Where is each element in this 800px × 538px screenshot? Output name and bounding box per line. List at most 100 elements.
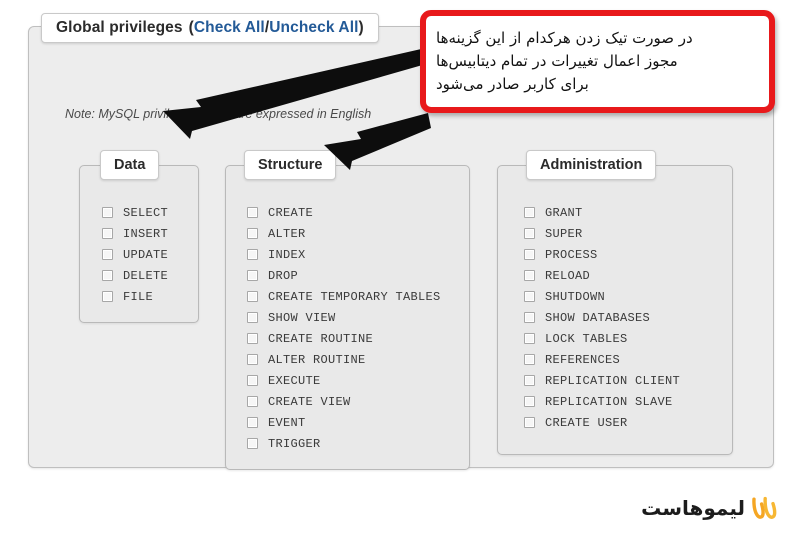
privilege-checkbox[interactable] xyxy=(247,207,258,218)
privilege-item[interactable]: CREATE USER xyxy=(524,412,680,433)
privilege-checkbox[interactable] xyxy=(102,207,113,218)
privilege-label: ALTER xyxy=(268,226,306,241)
privilege-label: RELOAD xyxy=(545,268,591,283)
privilege-label: CREATE xyxy=(268,205,314,220)
privilege-label: SHOW DATABASES xyxy=(545,310,651,325)
privilege-item[interactable]: CREATE ROUTINE xyxy=(247,328,441,349)
privilege-label: SELECT xyxy=(123,205,169,220)
privilege-label: DROP xyxy=(268,268,299,283)
privilege-label: CREATE TEMPORARY TABLES xyxy=(268,289,441,304)
privilege-checkbox[interactable] xyxy=(524,396,535,407)
privilege-label: LOCK TABLES xyxy=(545,331,628,346)
privilege-note: Note: MySQL privilege names are expresse… xyxy=(65,107,372,121)
privilege-item[interactable]: FILE xyxy=(102,286,168,307)
privilege-label: REPLICATION SLAVE xyxy=(545,394,673,409)
privilege-item[interactable]: ALTER ROUTINE xyxy=(247,349,441,370)
privilege-label: REPLICATION CLIENT xyxy=(545,373,681,388)
privilege-label: EXECUTE xyxy=(268,373,321,388)
privilege-list-data: SELECT INSERT UPDATE DELETE FILE xyxy=(102,202,168,307)
privilege-item[interactable]: CREATE xyxy=(247,202,441,223)
privilege-label: CREATE VIEW xyxy=(268,394,351,409)
privilege-item[interactable]: INSERT xyxy=(102,223,168,244)
privilege-item[interactable]: GRANT xyxy=(524,202,680,223)
privilege-checkbox[interactable] xyxy=(524,375,535,386)
privilege-group-data-title: Data xyxy=(100,150,160,180)
privilege-item[interactable]: DROP xyxy=(247,265,441,286)
privilege-label: SHOW VIEW xyxy=(268,310,336,325)
global-privileges-legend: Global privileges ( Check All / Uncheck … xyxy=(41,13,379,43)
privilege-label: TRIGGER xyxy=(268,436,321,451)
privilege-label: SHUTDOWN xyxy=(545,289,606,304)
privilege-checkbox[interactable] xyxy=(102,270,113,281)
privilege-checkbox[interactable] xyxy=(524,291,535,302)
privilege-group-administration: Administration GRANT SUPER PROCESS RELOAD SH… xyxy=(497,150,733,455)
privilege-checkbox[interactable] xyxy=(524,354,535,365)
privilege-item[interactable]: PROCESS xyxy=(524,244,680,265)
privilege-checkbox[interactable] xyxy=(247,228,258,239)
privilege-item[interactable]: REFERENCES xyxy=(524,349,680,370)
uncheck-all-link[interactable]: Uncheck All xyxy=(269,19,358,37)
privilege-checkbox[interactable] xyxy=(102,249,113,260)
privilege-label: INSERT xyxy=(123,226,169,241)
privilege-checkbox[interactable] xyxy=(247,249,258,260)
privilege-checkbox[interactable] xyxy=(524,207,535,218)
privilege-label: CREATE USER xyxy=(545,415,628,430)
legend-title-text: Global privileges xyxy=(56,19,183,36)
privilege-label: FILE xyxy=(123,289,154,304)
privilege-checkbox[interactable] xyxy=(247,354,258,365)
privilege-item[interactable]: SELECT xyxy=(102,202,168,223)
privilege-checkbox[interactable] xyxy=(247,333,258,344)
privilege-group-data: Data SELECT INSERT UPDATE DELETE FILE xyxy=(79,150,199,323)
annotation-callout: در صورت تیک زدن هرکدام از این گزینه‌ها م… xyxy=(420,10,775,113)
privilege-item[interactable]: EVENT xyxy=(247,412,441,433)
privilege-label: ALTER ROUTINE xyxy=(268,352,366,367)
privilege-item[interactable]: TRIGGER xyxy=(247,433,441,454)
privilege-item[interactable]: ALTER xyxy=(247,223,441,244)
legend-paren-close: ) xyxy=(358,19,364,36)
callout-line-3: برای کاربر صادر می‌شود xyxy=(436,75,589,94)
callout-line-1: در صورت تیک زدن هرکدام از این گزینه‌ها xyxy=(436,28,693,47)
check-all-link[interactable]: Check All xyxy=(194,19,265,37)
privilege-item[interactable]: INDEX xyxy=(247,244,441,265)
privilege-item[interactable]: DELETE xyxy=(102,265,168,286)
privilege-checkbox[interactable] xyxy=(247,270,258,281)
privilege-checkbox[interactable] xyxy=(524,417,535,428)
privilege-checkbox[interactable] xyxy=(247,438,258,449)
privilege-checkbox[interactable] xyxy=(247,375,258,386)
privilege-group-structure-title: Structure xyxy=(244,150,337,180)
privilege-checkbox[interactable] xyxy=(102,291,113,302)
privilege-label: INDEX xyxy=(268,247,306,262)
privilege-item[interactable]: CREATE TEMPORARY TABLES xyxy=(247,286,441,307)
privilege-item[interactable]: LOCK TABLES xyxy=(524,328,680,349)
screenshot-root: Global privileges ( Check All / Uncheck … xyxy=(0,0,800,538)
privilege-item[interactable]: SHOW VIEW xyxy=(247,307,441,328)
privilege-group-structure: Structure CREATE ALTER INDEX DROP CREATE TEM… xyxy=(225,150,470,470)
privilege-checkbox[interactable] xyxy=(524,249,535,260)
privilege-item[interactable]: SUPER xyxy=(524,223,680,244)
privilege-checkbox[interactable] xyxy=(524,270,535,281)
privilege-item[interactable]: UPDATE xyxy=(102,244,168,265)
brand-logo: لیموهاست xyxy=(641,496,778,520)
privilege-item[interactable]: REPLICATION SLAVE xyxy=(524,391,680,412)
privilege-checkbox[interactable] xyxy=(247,396,258,407)
privilege-list-administration: GRANT SUPER PROCESS RELOAD SHUTDOWN SHOW DATA… xyxy=(524,202,680,433)
brand-name: لیموهاست xyxy=(641,496,745,520)
privilege-checkbox[interactable] xyxy=(247,291,258,302)
privilege-checkbox[interactable] xyxy=(247,417,258,428)
privilege-item[interactable]: SHOW DATABASES xyxy=(524,307,680,328)
privilege-checkbox[interactable] xyxy=(247,312,258,323)
privilege-label: REFERENCES xyxy=(545,352,621,367)
privilege-label: UPDATE xyxy=(123,247,169,262)
privilege-item[interactable]: SHUTDOWN xyxy=(524,286,680,307)
limohost-logo-icon xyxy=(752,496,777,519)
privilege-item[interactable]: CREATE VIEW xyxy=(247,391,441,412)
privilege-label: EVENT xyxy=(268,415,306,430)
privilege-checkbox[interactable] xyxy=(524,333,535,344)
privilege-label: SUPER xyxy=(545,226,583,241)
privilege-item[interactable]: RELOAD xyxy=(524,265,680,286)
privilege-item[interactable]: REPLICATION CLIENT xyxy=(524,370,680,391)
privilege-checkbox[interactable] xyxy=(524,312,535,323)
privilege-checkbox[interactable] xyxy=(524,228,535,239)
privilege-checkbox[interactable] xyxy=(102,228,113,239)
privilege-item[interactable]: EXECUTE xyxy=(247,370,441,391)
